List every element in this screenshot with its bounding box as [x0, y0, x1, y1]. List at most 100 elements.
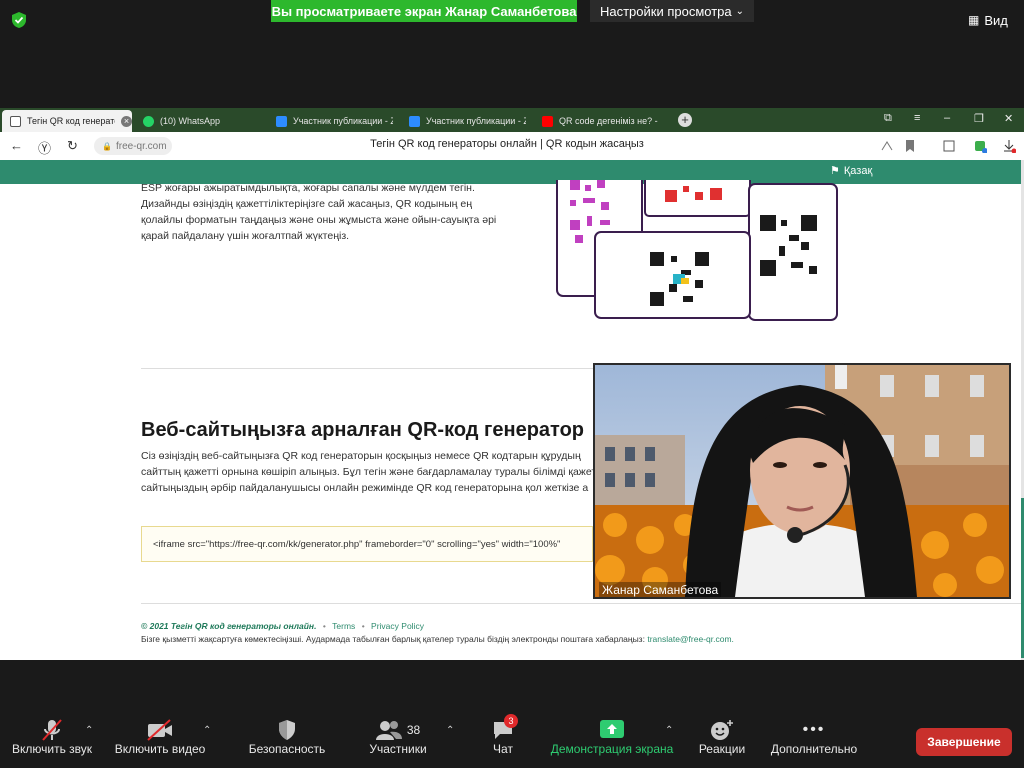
security-button[interactable]: Безопасность — [245, 718, 329, 756]
extension-icon[interactable] — [973, 139, 987, 153]
participants-button[interactable]: 38 Участники — [365, 718, 431, 756]
share-screen-label: Демонстрация экрана — [550, 742, 674, 756]
section-paragraph: Сіз өзіңіздің веб-сайтыңызға QR код гене… — [141, 448, 593, 496]
unmute-button[interactable]: Включить звук — [8, 718, 96, 756]
grid-view-icon: ▦ — [968, 13, 980, 27]
new-tab-icon[interactable]: + — [678, 113, 692, 127]
tab-label: Тегін QR код генератор — [27, 116, 115, 126]
zoom-toolbar: Включить звук ⌃ Включить видео ⌃ Безопас… — [0, 705, 1024, 768]
chevron-down-icon: ⌄ — [735, 5, 745, 17]
minimize-icon[interactable]: – — [944, 112, 950, 124]
chat-label: Чат — [493, 742, 513, 756]
lock-icon: 🔒 — [102, 141, 112, 151]
translation-help: Бізге қызметті жақсартуға көмектесіңізші… — [141, 634, 734, 644]
intro-line: қарай пайдалану үшін жоғалтпай жүктеңіз. — [141, 230, 350, 242]
tab-qr-generator[interactable]: Тегін QR код генератор × — [2, 110, 132, 132]
section-divider — [141, 368, 593, 369]
intro-paragraph: ESP жоғары ажыратымдылықта, жоғары сапал… — [141, 180, 511, 244]
video-off-icon — [112, 718, 208, 742]
reader-mode-icon[interactable] — [880, 139, 894, 153]
tab-label: Участник публикации - Zo — [426, 116, 526, 126]
start-video-button[interactable]: Включить видео — [112, 718, 208, 756]
language-label: Қазақ — [843, 164, 873, 177]
email-link[interactable]: translate@free-qr.com. — [647, 634, 734, 644]
page-title: Тегін QR код генераторы онлайн | QR коды… — [370, 138, 644, 150]
qr-codes-illustration — [556, 180, 838, 321]
tab-zoom-1[interactable]: Участник публикации - Zo — [268, 110, 398, 132]
participants-options-chevron-icon[interactable]: ⌃ — [446, 725, 454, 736]
unmute-label: Включить звук — [11, 742, 93, 756]
intro-line: қолайлы форматын таңдаңыз және оны жұмыс… — [141, 214, 497, 226]
privacy-policy-link[interactable]: Privacy Policy — [371, 621, 424, 631]
video-feed — [595, 365, 1009, 597]
tab-label: QR code дегеніміз не? - Yo — [559, 116, 659, 126]
reactions-icon — [694, 718, 750, 742]
reactions-label: Реакции — [698, 742, 746, 756]
more-options-icon: ••• — [802, 721, 826, 738]
share-options-chevron-icon[interactable]: ⌃ — [665, 725, 673, 736]
collections-icon[interactable] — [942, 139, 956, 153]
close-window-icon[interactable]: ✕ — [1004, 112, 1013, 125]
footer-divider — [141, 603, 1021, 604]
tab-strip: Тегін QR код генератор × (10) WhatsApp У… — [0, 108, 1024, 132]
view-options-button[interactable]: Настройки просмотра ⌄ — [590, 0, 754, 22]
chat-unread-badge: 3 — [504, 714, 518, 728]
view-button[interactable]: ▦ Вид — [968, 10, 1018, 30]
tab-label: (10) WhatsApp — [160, 116, 221, 126]
tab-youtube[interactable]: QR code дегеніміз не? - Yo — [534, 110, 664, 132]
chat-button[interactable]: 3 Чат — [488, 714, 518, 756]
embed-code-box[interactable]: <iframe src="https://free-qr.com/kk/gene… — [141, 526, 593, 562]
section-line: сайтыңыздың әрбір пайдаланушысы онлайн р… — [141, 482, 589, 494]
restore-icon[interactable]: ❐ — [974, 112, 984, 125]
end-meeting-button[interactable]: Завершение — [916, 728, 1012, 756]
more-label: Дополнительно — [770, 742, 858, 756]
intro-line: Дизайнды өзіңіздің қажеттіліктеріңізге с… — [141, 198, 473, 210]
section-line: сайттың қажетті орнына көшіріп алыңыз. Б… — [141, 466, 593, 478]
share-screen-icon — [548, 718, 676, 742]
help-text: Бізге қызметті жақсартуға көмектесіңізші… — [141, 634, 645, 644]
share-screen-button[interactable]: Демонстрация экрана — [548, 718, 676, 756]
footer-links: © 2021 Тегін QR код генераторы онлайн. •… — [141, 621, 424, 631]
section-line: Сіз өзіңіздің веб-сайтыңызға QR код гене… — [141, 450, 581, 462]
chat-icon: 3 — [488, 714, 518, 742]
url-field[interactable]: 🔒 free-qr.com — [94, 137, 172, 155]
zoom-icon — [276, 115, 287, 127]
video-options-chevron-icon[interactable]: ⌃ — [203, 725, 211, 736]
reactions-button[interactable]: Реакции — [694, 718, 750, 756]
download-icon[interactable] — [1002, 139, 1016, 153]
tab-label: Участник публикации - Zo — [293, 116, 393, 126]
participants-count: 38 — [406, 723, 421, 737]
flag-icon: ⚑ — [830, 165, 840, 177]
security-shield-icon — [245, 718, 329, 742]
language-selector[interactable]: ⚑ Қазақ — [830, 164, 873, 178]
view-label: Вид — [984, 12, 1008, 28]
qr-favicon-icon — [10, 115, 21, 127]
tab-whatsapp[interactable]: (10) WhatsApp — [135, 110, 265, 132]
footer-separator: • — [322, 621, 326, 631]
encryption-shield-icon[interactable] — [10, 11, 28, 29]
yandex-icon[interactable]: Ⓨ — [38, 138, 51, 157]
footer-separator: • — [361, 621, 365, 631]
reload-icon[interactable]: ↻ — [67, 138, 78, 154]
url-text: free-qr.com — [115, 140, 167, 152]
zoom-icon — [409, 115, 420, 127]
close-icon[interactable]: × — [121, 115, 132, 127]
back-icon[interactable]: ← — [10, 138, 23, 153]
tab-manager-icon[interactable]: ⧉ — [884, 112, 892, 125]
muted-microphone-icon — [8, 718, 96, 742]
participants-icon: 38 — [365, 718, 431, 742]
start-video-label: Включить видео — [114, 742, 206, 756]
more-button[interactable]: ••• Дополнительно — [768, 718, 860, 756]
copyright-text: © 2021 Тегін QR код генераторы онлайн. — [141, 621, 317, 631]
security-label: Безопасность — [248, 742, 326, 756]
bookmark-icon[interactable] — [903, 139, 917, 153]
screen-share-banner: Вы просматриваете экран Жанар Саманбетов… — [271, 0, 577, 22]
audio-options-chevron-icon[interactable]: ⌃ — [85, 725, 93, 736]
menu-icon[interactable]: ≡ — [914, 112, 920, 124]
participant-video[interactable]: Жанар Саманбетова — [593, 363, 1011, 599]
view-options-label: Настройки просмотра — [599, 3, 732, 19]
tab-zoom-2[interactable]: Участник публикации - Zo — [401, 110, 531, 132]
terms-link[interactable]: Terms — [332, 621, 355, 631]
address-bar: ← Ⓨ ↻ 🔒 free-qr.com Тегін QR код генерат… — [0, 132, 1024, 161]
whatsapp-icon — [143, 115, 154, 127]
